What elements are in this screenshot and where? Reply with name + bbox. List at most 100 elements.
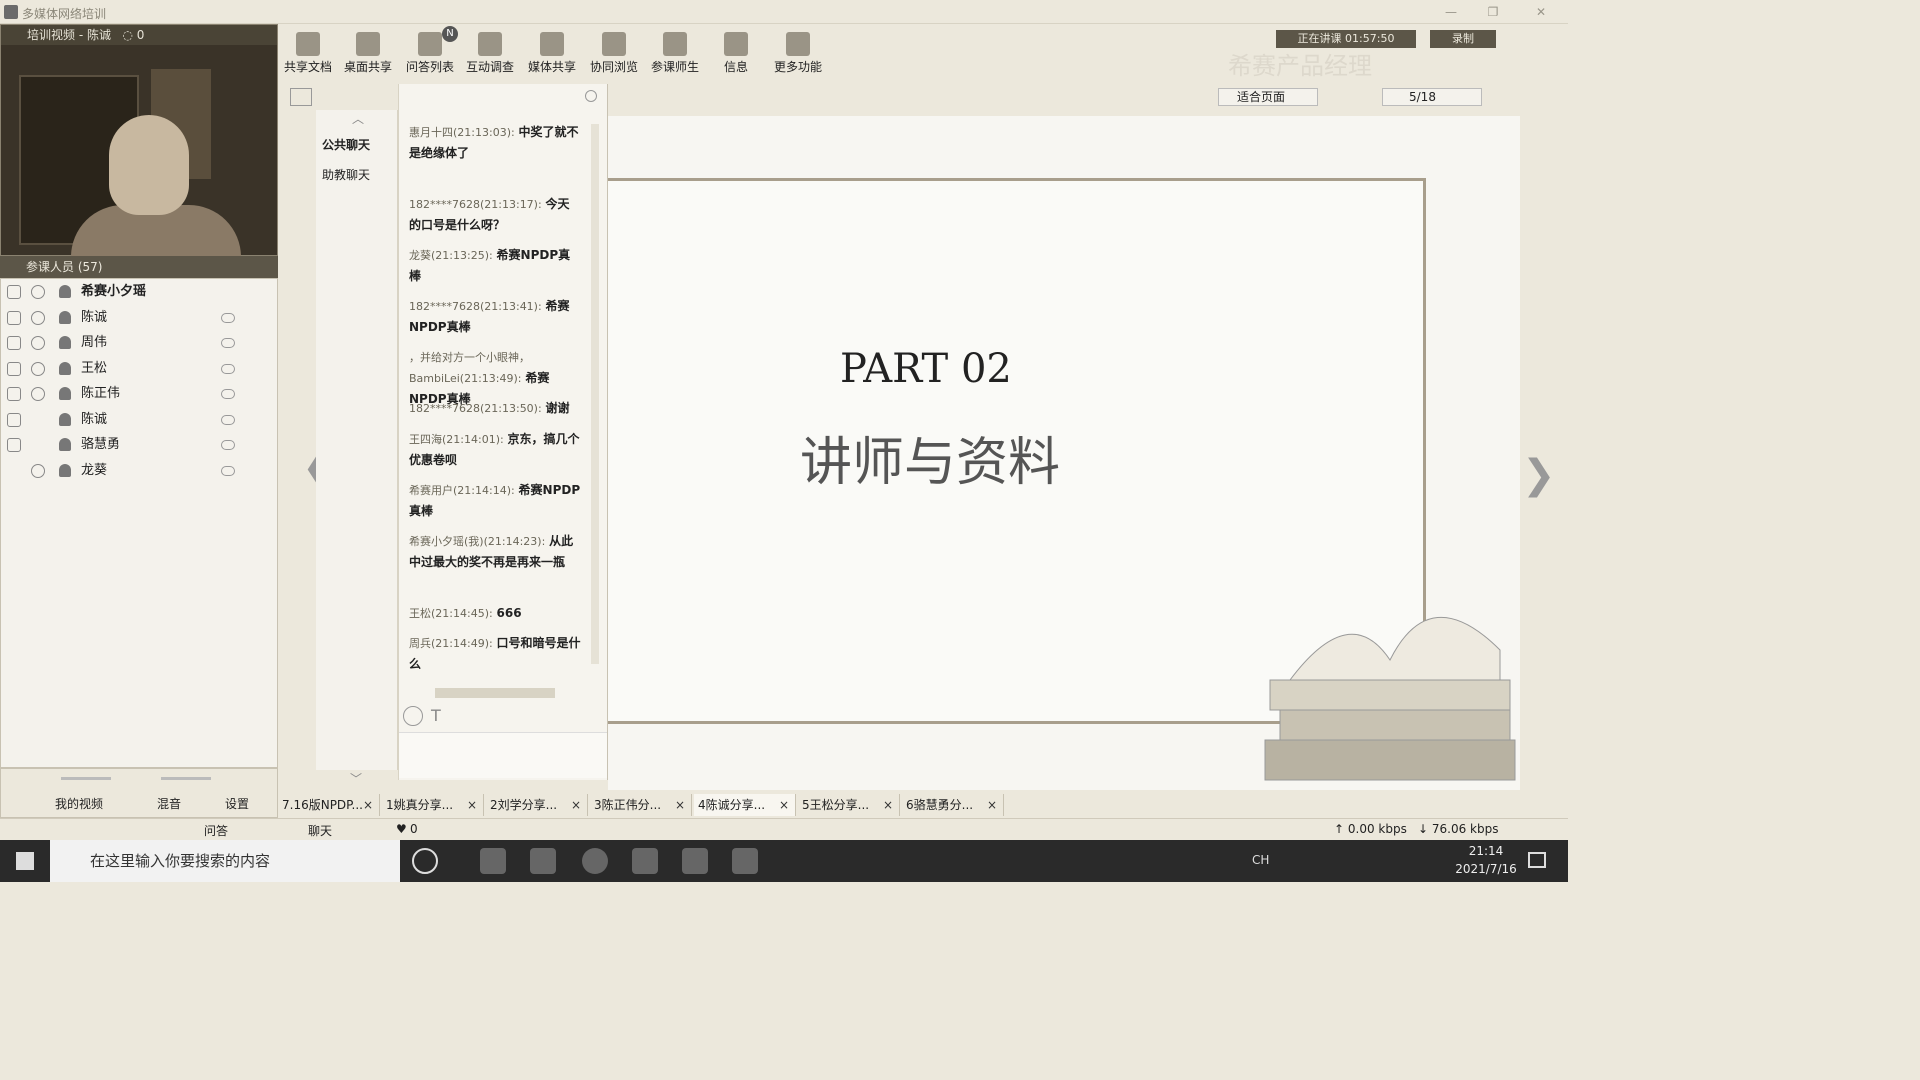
next-page-arrow[interactable]: ❯ [1522,452,1556,498]
participant-row[interactable]: 骆慧勇 [1,432,277,457]
title-bar: 多媒体网络培训 — ❐ ✕ [0,0,1568,24]
doc-tab[interactable]: 5王松分享... × [798,794,900,816]
document-tabs: 7.16版NPDP... × 1姚真分享... × 2刘学分享... × 3陈正伟分.… [278,794,1568,816]
task-view-icon[interactable] [412,848,438,874]
camera-icon [31,285,45,299]
slide-part: PART 02 [840,346,1012,392]
page-select[interactable]: 5/18 [1382,88,1482,106]
doc-tab[interactable]: 1姚真分享... × [382,794,484,816]
scroll-down-icon[interactable]: ﹀ [350,770,362,787]
chat-message: 周兵(21:14:49): 口号和暗号是什么 [409,636,581,671]
desktop-icon [356,32,380,56]
emoji-icon[interactable] [403,706,423,726]
close-button[interactable]: ✕ [1530,3,1552,21]
user-icon [59,438,71,451]
chat-icon[interactable] [221,364,235,374]
toolbar-cobrowse[interactable]: 协同浏览 [584,30,644,80]
mic-volume-slider[interactable] [61,777,111,780]
settings-button[interactable]: 设置 [225,795,249,812]
chat-message: 希赛小夕瑶(我)(21:14:23): 从此中过最大的奖不再是再来一瓶 [409,534,574,569]
taskbar-search[interactable]: 在这里输入你要搜索的内容 [50,840,400,882]
language-indicator[interactable]: CH [1252,853,1269,867]
participant-list: 希赛小夕瑶 陈诚 周伟 王松 陈正伟 陈诚 骆慧勇 龙葵 [0,278,278,768]
toolbar-info[interactable]: 信息 [706,30,766,80]
scroll-up-icon[interactable]: ︿ [352,110,364,127]
chat-message: 182****7628(21:13:50): 谢谢 [409,401,570,415]
mix-button[interactable]: 混音 [157,795,181,812]
toolbar-media-share[interactable]: 媒体共享 [522,30,582,80]
zoom-select[interactable]: 适合页面 [1218,88,1318,106]
slide-title: 讲师与资料 [800,433,1061,493]
user-icon [59,336,71,349]
upload-speed: ↑ 0.00 kbps [1334,822,1407,836]
chat-icon[interactable] [221,440,235,450]
qa-button[interactable]: 问答 [204,822,228,839]
toolbar-shared-docs[interactable]: 共享文档 [278,30,338,80]
participant-row[interactable]: 陈正伟 [1,381,277,406]
chat-message: 182****7628(21:13:17): 今天的口号是什么呀？ [409,197,570,232]
participant-row[interactable]: 龙葵 [1,458,277,483]
participant-row[interactable]: 王松 [1,356,277,381]
text-format-icon[interactable]: T [431,706,441,725]
heart-icon[interactable]: ♥ [396,822,407,836]
notification-icon[interactable] [1528,852,1546,868]
app-c-icon[interactable] [682,848,708,874]
tab-public-chat[interactable]: 公共聊天 [322,136,370,153]
user-icon [59,362,71,375]
presenter-face [109,115,189,215]
my-video-button[interactable]: 我的视频 [55,795,103,812]
chat-icon[interactable] [221,389,235,399]
media-icon [540,32,564,56]
camera-icon [31,387,45,401]
chat-message: 惠月十四(21:13:03): 中奖了就不是绝缘体了 [409,125,579,160]
participant-row[interactable]: 周伟 [1,330,277,355]
toolbar-survey[interactable]: 互动调查 [460,30,520,80]
people-icon [663,32,687,56]
chat-button[interactable]: 聊天 [308,822,332,839]
chat-input[interactable] [399,732,607,778]
record-button[interactable]: 录制 [1430,30,1496,48]
powerpoint-icon[interactable] [480,848,506,874]
info-icon [724,32,748,56]
meeting-app-icon[interactable] [632,848,658,874]
chat-icon[interactable] [221,415,235,425]
camera-icon [31,311,45,325]
participant-row[interactable]: 陈诚 [1,407,277,432]
participant-row[interactable]: 希赛小夕瑶 [1,279,277,304]
doc-tab[interactable]: 6骆慧勇分... × [902,794,1004,816]
chat-icon[interactable] [221,338,235,348]
folder-icon[interactable] [290,88,312,106]
chat-icon[interactable] [221,466,235,476]
participant-row[interactable]: 陈诚 [1,305,277,330]
doc-tab[interactable]: 3陈正伟分... × [590,794,692,816]
grid-icon [786,32,810,56]
file-explorer-icon[interactable] [530,848,556,874]
clock-time[interactable]: 21:14 [1456,844,1516,858]
chat-icon[interactable] [221,313,235,323]
horizontal-scrollbar[interactable] [435,688,555,698]
restore-button[interactable]: ❐ [1482,3,1504,21]
clock-date[interactable]: 2021/7/16 [1444,862,1528,876]
collapse-icon[interactable] [585,90,597,102]
doc-tab[interactable]: 7.16版NPDP... × [278,794,380,816]
new-badge: N [442,26,458,42]
qa-icon [418,32,442,56]
minimize-button[interactable]: — [1440,3,1462,21]
chat-panel: 惠月十四(21:13:03): 中奖了就不是绝缘体了 182****7628(2… [398,84,608,780]
toolbar-more[interactable]: 更多功能 [768,30,828,80]
toolbar-attendees[interactable]: 参课师生 [645,30,705,80]
speaker-volume-slider[interactable] [161,777,211,780]
doc-tab[interactable]: 2刘学分享... × [486,794,588,816]
bar-chart-icon [478,32,502,56]
user-icon [59,464,71,477]
chrome-icon[interactable] [582,848,608,874]
windows-start-icon[interactable] [16,852,34,870]
app-c2-icon[interactable] [732,848,758,874]
toolbar-desktop-share[interactable]: 桌面共享 [338,30,398,80]
camera-icon [31,464,45,478]
tab-assistant-chat[interactable]: 助教聊天 [322,166,370,183]
doc-tab-active[interactable]: 4陈诚分享... × [694,794,796,816]
toolbar-qa-list[interactable]: 问答列表 N [400,26,460,80]
chat-scrollbar[interactable] [591,124,599,664]
browser-icon [602,32,626,56]
